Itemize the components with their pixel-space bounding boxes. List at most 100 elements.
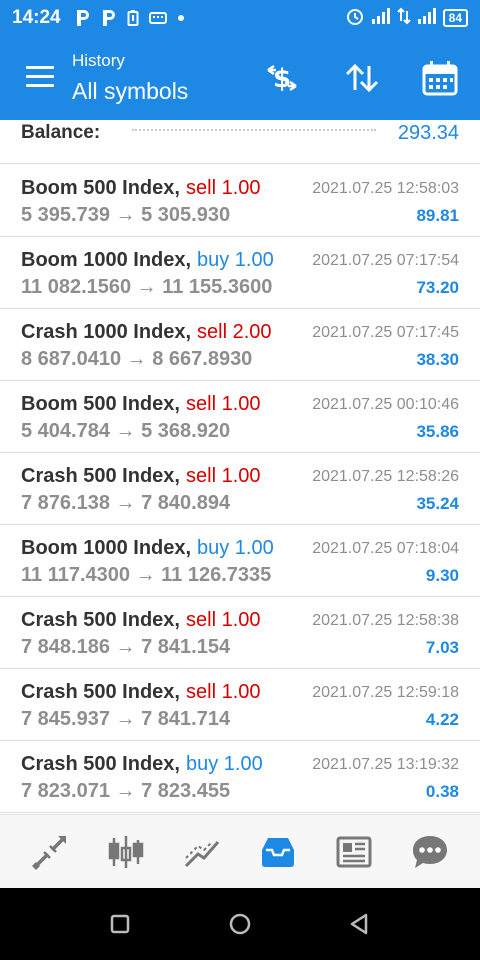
trade-row[interactable]: Boom 500 Index, sell 1.00 5 395.739 → 5 30… (0, 165, 480, 237)
trade-prices: 5 395.739 → 5 305.930 (21, 204, 231, 226)
trade-row[interactable]: Boom 1000 Index, buy 1.00 11 082.1560 → 11… (0, 237, 480, 309)
trade-row[interactable]: Crash 500 Index, sell 1.00 7 848.186 → 7 8… (0, 597, 480, 669)
trade-row[interactable]: Crash 500 Index, sell 1.00 7 845.937 → 7 8… (0, 669, 480, 741)
calendar-button[interactable] (420, 58, 460, 98)
notification-icons (75, 9, 185, 27)
quotes-icon (32, 836, 66, 870)
trade-prices: 11 117.4300 → 11 126.7335 (21, 564, 272, 586)
trade-time: 2021.07.25 00:10:46 (312, 396, 459, 413)
trade-time: 2021.07.25 12:58:03 (312, 180, 459, 197)
trade-profit: 4.22 (425, 710, 459, 729)
trade-symbol: Crash 1000 Index, (21, 321, 192, 343)
dot-icon (177, 14, 185, 22)
trade-direction: sell 1.00 (186, 609, 261, 631)
keyboard-icon (148, 11, 167, 25)
dollar-exchange-icon: $ (267, 64, 297, 94)
trade-time: 2021.07.25 07:17:54 (312, 252, 459, 269)
trade-direction: sell 1.00 (186, 681, 261, 703)
back-button[interactable] (346, 910, 374, 938)
svg-text:$: $ (273, 64, 291, 94)
trade-prices: 7 848.186 → 7 841.154 (21, 636, 231, 658)
balance-row: Balance: 293.34 (0, 120, 480, 164)
trade-profit: 0.38 (425, 782, 459, 801)
trade-symbol: Boom 500 Index, (21, 177, 180, 199)
page-subtitle: History (72, 51, 125, 70)
circle-icon (229, 913, 251, 935)
status-time: 14:24 (12, 7, 61, 28)
balance-label: Balance: (21, 122, 101, 143)
trade-prices: 7 845.937 → 7 841.714 (21, 708, 231, 730)
alarm-icon (345, 6, 365, 31)
trade-direction: sell 1.00 (186, 177, 261, 199)
nav-quotes[interactable] (28, 831, 72, 873)
news-icon (336, 836, 372, 868)
p-app-notification-icon (75, 9, 91, 27)
trade-profit: 89.81 (416, 206, 459, 225)
system-nav-bar (0, 888, 480, 960)
trade-time: 2021.07.25 07:18:04 (312, 540, 459, 557)
dotted-leader (132, 129, 376, 131)
history-inbox-icon (262, 838, 294, 867)
trade-time: 2021.07.25 12:58:38 (312, 612, 459, 629)
nav-trade[interactable] (180, 831, 224, 873)
trade-symbol: Boom 1000 Index, (21, 249, 192, 271)
trade-direction: sell 1.00 (186, 393, 261, 415)
trade-direction: buy 1.00 (197, 537, 274, 559)
battery-saver-icon (127, 9, 139, 27)
square-icon (110, 914, 130, 934)
nav-chat[interactable] (408, 831, 452, 873)
trade-direction: buy 1.00 (197, 249, 274, 271)
trade-list: Boom 500 Index, sell 1.00 5 395.739 → 5 30… (0, 165, 480, 813)
menu-button[interactable] (26, 66, 56, 90)
trade-symbol: Crash 500 Index, (21, 681, 180, 703)
nav-news[interactable] (332, 831, 376, 873)
balance-value: 293.34 (397, 122, 459, 144)
trade-direction: buy 1.00 (186, 753, 263, 775)
page-title[interactable]: All symbols (72, 78, 188, 105)
nav-chart[interactable] (104, 831, 148, 873)
trade-profit: 35.24 (416, 494, 459, 513)
battery-indicator: 84 (442, 9, 468, 27)
back-triangle-icon (350, 913, 368, 935)
signal-icon (371, 7, 391, 30)
trade-row[interactable]: Boom 1000 Index, buy 1.00 11 117.4300 → 11… (0, 525, 480, 597)
trade-symbol: Crash 500 Index, (21, 465, 180, 487)
trade-profit: 7.03 (425, 638, 459, 657)
trade-symbol: Boom 500 Index, (21, 393, 180, 415)
trade-row[interactable]: Crash 500 Index, buy 1.00 7 823.071 → 7 82… (0, 741, 480, 813)
p-app-notification-icon (101, 9, 117, 27)
trade-chart-icon (184, 841, 220, 868)
app-bar: History All symbols $ (0, 36, 480, 120)
nav-history[interactable] (256, 831, 300, 873)
trade-time: 2021.07.25 13:19:32 (312, 756, 459, 773)
trade-symbol: Boom 1000 Index, (21, 537, 192, 559)
trade-symbol: Crash 500 Index, (21, 753, 180, 775)
trade-time: 2021.07.25 12:59:18 (312, 684, 459, 701)
home-button[interactable] (226, 910, 254, 938)
trade-direction: sell 1.00 (186, 465, 261, 487)
recents-button[interactable] (106, 910, 134, 938)
signal-icon (417, 7, 437, 30)
trade-row[interactable]: Crash 500 Index, sell 1.00 7 876.138 → 7 8… (0, 453, 480, 525)
trade-prices: 7 876.138 → 7 840.894 (21, 492, 231, 514)
trade-time: 2021.07.25 07:17:45 (312, 324, 459, 341)
trade-row[interactable]: Crash 1000 Index, sell 2.00 8 687.0410 → 8… (0, 309, 480, 381)
trade-prices: 8 687.0410 → 8 667.8930 (21, 348, 253, 370)
sort-arrows-icon (345, 63, 379, 93)
trade-direction: sell 2.00 (197, 321, 272, 343)
calendar-icon (422, 61, 458, 96)
trade-prices: 11 082.1560 → 11 155.3600 (21, 276, 273, 298)
trade-profit: 38.30 (416, 350, 459, 369)
trade-time: 2021.07.25 12:58:26 (312, 468, 459, 485)
trade-profit: 9.30 (425, 566, 459, 585)
hamburger-icon (26, 66, 54, 69)
status-right: 84 (345, 6, 468, 31)
trade-profit: 35.86 (416, 422, 459, 441)
currency-filter-button[interactable]: $ (262, 58, 302, 98)
sort-button[interactable] (342, 58, 382, 98)
bottom-nav (0, 814, 480, 888)
status-bar: 14:24 84 (0, 0, 480, 36)
trade-row[interactable]: Boom 500 Index, sell 1.00 5 404.784 → 5 36… (0, 381, 480, 453)
candlestick-chart-icon (108, 836, 144, 868)
trade-profit: 73.20 (416, 278, 459, 297)
